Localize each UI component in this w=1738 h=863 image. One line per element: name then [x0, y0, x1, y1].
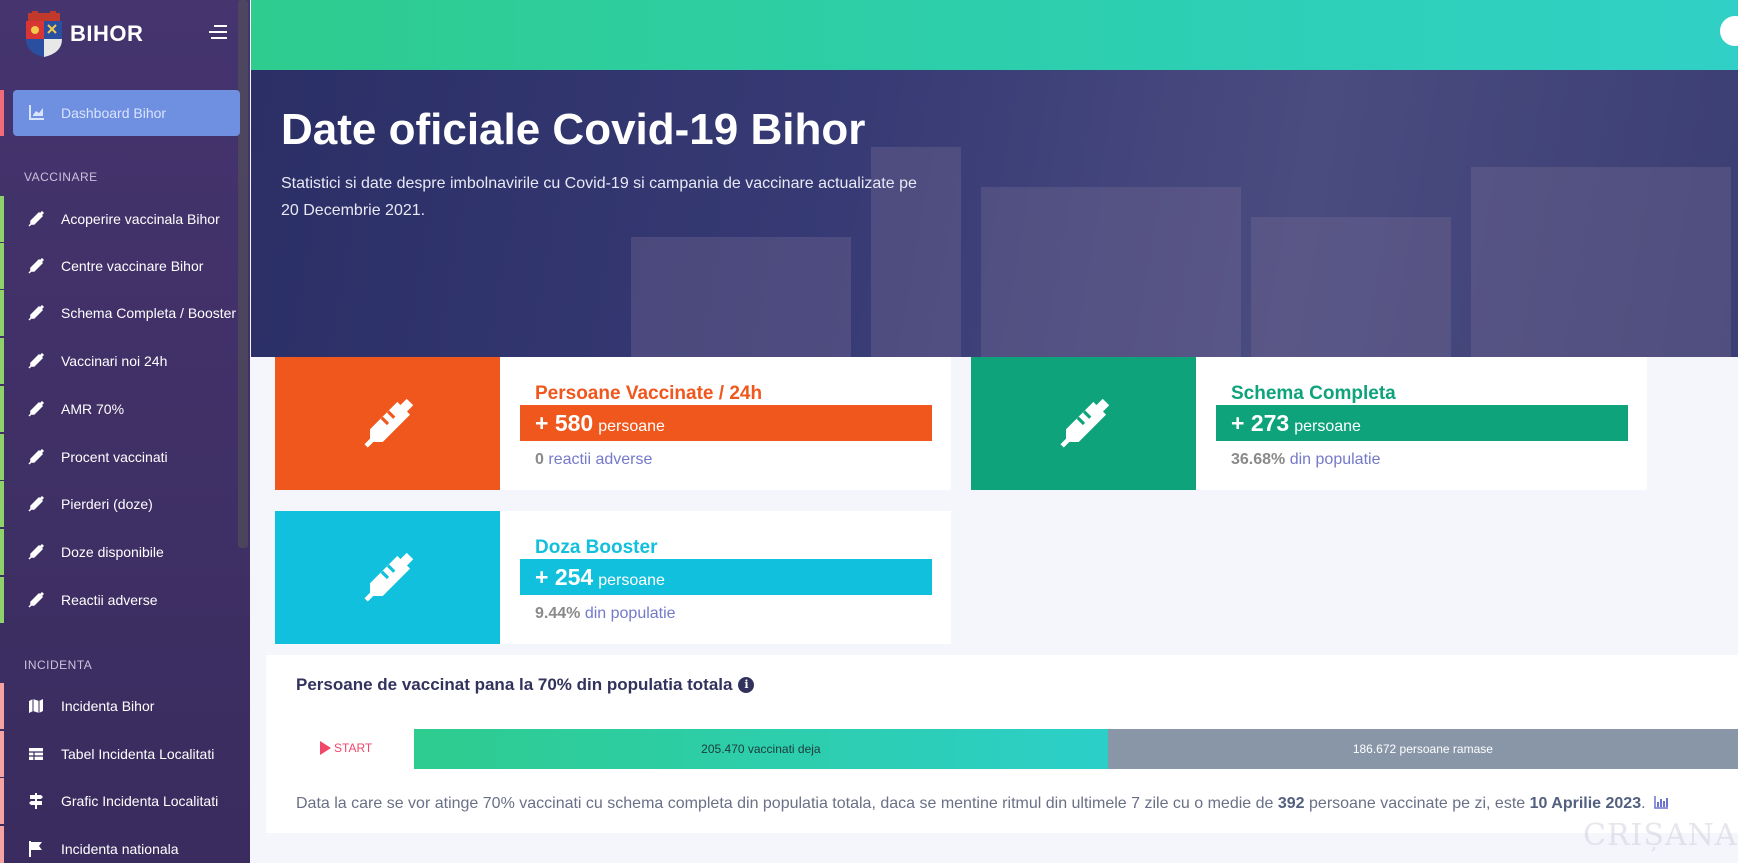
- page-subtitle: Statistici si date despre imbolnavirile …: [281, 175, 917, 219]
- brand[interactable]: BIHOR: [22, 10, 143, 58]
- sidebar-item-label: Vaccinari noi 24h: [61, 353, 168, 369]
- card-footer: 36.68% din populatie: [1231, 451, 1381, 468]
- card-value-band: + 254 persoane: [520, 559, 932, 595]
- card-title: Persoane Vaccinate / 24h: [535, 383, 763, 404]
- syringe-icon: [28, 449, 44, 465]
- card-icon-box: [971, 357, 1196, 490]
- card-doza-booster: Doza Booster + 254 persoane 9.44% din po…: [275, 511, 951, 644]
- card-icon-box: [275, 511, 500, 644]
- syringe-icon: [28, 401, 44, 417]
- sidebar-item-vaccinari-24h[interactable]: Vaccinari noi 24h: [0, 338, 240, 384]
- syringe-icon: [363, 398, 413, 448]
- card-unit: persoane: [1294, 418, 1361, 435]
- sidebar-item-label: Grafic Incidenta Localitati: [61, 793, 219, 809]
- start-label: START: [320, 741, 372, 755]
- user-avatar[interactable]: [1720, 16, 1738, 46]
- card-vaccinate-24h: Persoane Vaccinate / 24h + 580 persoane …: [275, 357, 951, 490]
- syringe-icon: [28, 211, 44, 227]
- progress-done-segment: 205.470 vaccinati deja: [414, 729, 1108, 769]
- sidebar-item-label: Acoperire vaccinala Bihor: [61, 211, 220, 227]
- syringe-icon: [28, 353, 44, 369]
- card-footer: 9.44% din populatie: [535, 605, 676, 622]
- brand-name: BIHOR: [70, 21, 144, 46]
- syringe-icon: [28, 496, 44, 512]
- sidebar-item-label: Pierderi (doze): [61, 496, 153, 512]
- sidebar-item-amr[interactable]: AMR 70%: [0, 386, 240, 432]
- top-navbar: [251, 0, 1738, 70]
- card-value: + 273: [1231, 410, 1290, 436]
- card-value: + 580: [535, 410, 594, 436]
- sidebar-item-acoperire[interactable]: Acoperire vaccinala Bihor: [0, 196, 240, 242]
- sidebar-item-label: Centre vaccinare Bihor: [61, 258, 204, 274]
- syringe-icon: [363, 552, 413, 602]
- sidebar-item-dashboard[interactable]: Dashboard Bihor: [13, 90, 240, 136]
- syringe-icon: [28, 592, 44, 608]
- sidebar-item-doze[interactable]: Doze disponibile: [0, 529, 240, 575]
- vaccination-progress-panel: Persoane de vaccinat pana la 70% din pop…: [266, 655, 1738, 833]
- sidebar-item-label: Procent vaccinati: [61, 449, 168, 465]
- sidebar: BIHOR Dashboard Bihor VACCINARE Acoperir…: [0, 0, 250, 863]
- card-value-band: + 580 persoane: [520, 405, 932, 441]
- hero-header: Date oficiale Covid-19 Bihor Statistici …: [251, 70, 1738, 357]
- card-title: Schema Completa: [1231, 383, 1396, 404]
- card-icon-box: [275, 357, 500, 490]
- syringe-icon: [28, 544, 44, 560]
- sidebar-item-label: Dashboard Bihor: [61, 105, 167, 121]
- sidebar-item-incidenta-bihor[interactable]: Incidenta Bihor: [0, 683, 240, 729]
- sidebar-item-label: Schema Completa / Booster: [61, 305, 237, 321]
- sidebar-item-tabel-incidenta[interactable]: Tabel Incidenta Localitati: [0, 731, 240, 777]
- progress-remaining-segment: 186.672 persoane ramase: [1352, 742, 1493, 756]
- syringe-icon: [28, 258, 44, 274]
- sidebar-item-label: Incidenta nationala: [61, 841, 179, 857]
- syringe-icon: [1059, 398, 1109, 448]
- page-title: Date oficiale Covid-19 Bihor: [281, 105, 866, 154]
- info-icon[interactable]: i: [738, 677, 755, 693]
- card-unit: persoane: [598, 418, 665, 435]
- flag-icon: [29, 841, 42, 857]
- card-footer: 0 reactii adverse: [535, 451, 653, 468]
- card-value: + 254: [535, 564, 594, 590]
- sidebar-item-pierderi[interactable]: Pierderi (doze): [0, 481, 240, 527]
- section-title-vaccinare: VACCINARE: [24, 170, 98, 184]
- active-marker: [0, 90, 4, 136]
- sidebar-item-grafic-incidenta[interactable]: Grafic Incidenta Localitati: [0, 778, 240, 824]
- sidebar-item-label: Reactii adverse: [61, 592, 158, 608]
- play-icon: [320, 741, 331, 755]
- sidebar-item-centre[interactable]: Centre vaccinare Bihor: [0, 243, 240, 289]
- panel-title: Persoane de vaccinat pana la 70% din pop…: [296, 675, 755, 695]
- sidebar-item-reactii[interactable]: Reactii adverse: [0, 577, 240, 623]
- card-unit: persoane: [598, 572, 665, 589]
- card-value-band: + 273 persoane: [1216, 405, 1628, 441]
- syringe-icon: [28, 305, 44, 321]
- sidebar-item-procent[interactable]: Procent vaccinati: [0, 434, 240, 480]
- menu-toggle-icon[interactable]: [207, 25, 227, 41]
- projection-note: Data la care se vor atinge 70% vaccinati…: [296, 795, 1669, 813]
- map-icon: [29, 699, 43, 713]
- watermark-logo: CRIȘANA: [1583, 818, 1738, 853]
- sidebar-item-label: AMR 70%: [61, 401, 125, 417]
- signpost-icon: [29, 793, 43, 809]
- section-title-incidenta: INCIDENTA: [24, 658, 93, 672]
- table-icon: [29, 748, 43, 760]
- vaccination-progress-bar: 205.470 vaccinati deja 186.672 persoane …: [414, 729, 1738, 769]
- bihor-coat-of-arms-logo: [22, 11, 66, 57]
- sidebar-item-incidenta-nationala[interactable]: Incidenta nationala: [0, 826, 240, 863]
- card-title: Doza Booster: [535, 537, 658, 558]
- card-schema-completa: Schema Completa + 273 persoane 36.68% di…: [971, 357, 1647, 490]
- bar-chart-icon[interactable]: [1654, 796, 1669, 809]
- sidebar-item-label: Incidenta Bihor: [61, 698, 155, 714]
- chart-area-icon: [29, 105, 44, 120]
- sidebar-item-label: Doze disponibile: [61, 544, 164, 560]
- sidebar-item-schema[interactable]: Schema Completa / Booster: [0, 290, 240, 336]
- sidebar-item-label: Tabel Incidenta Localitati: [61, 746, 215, 762]
